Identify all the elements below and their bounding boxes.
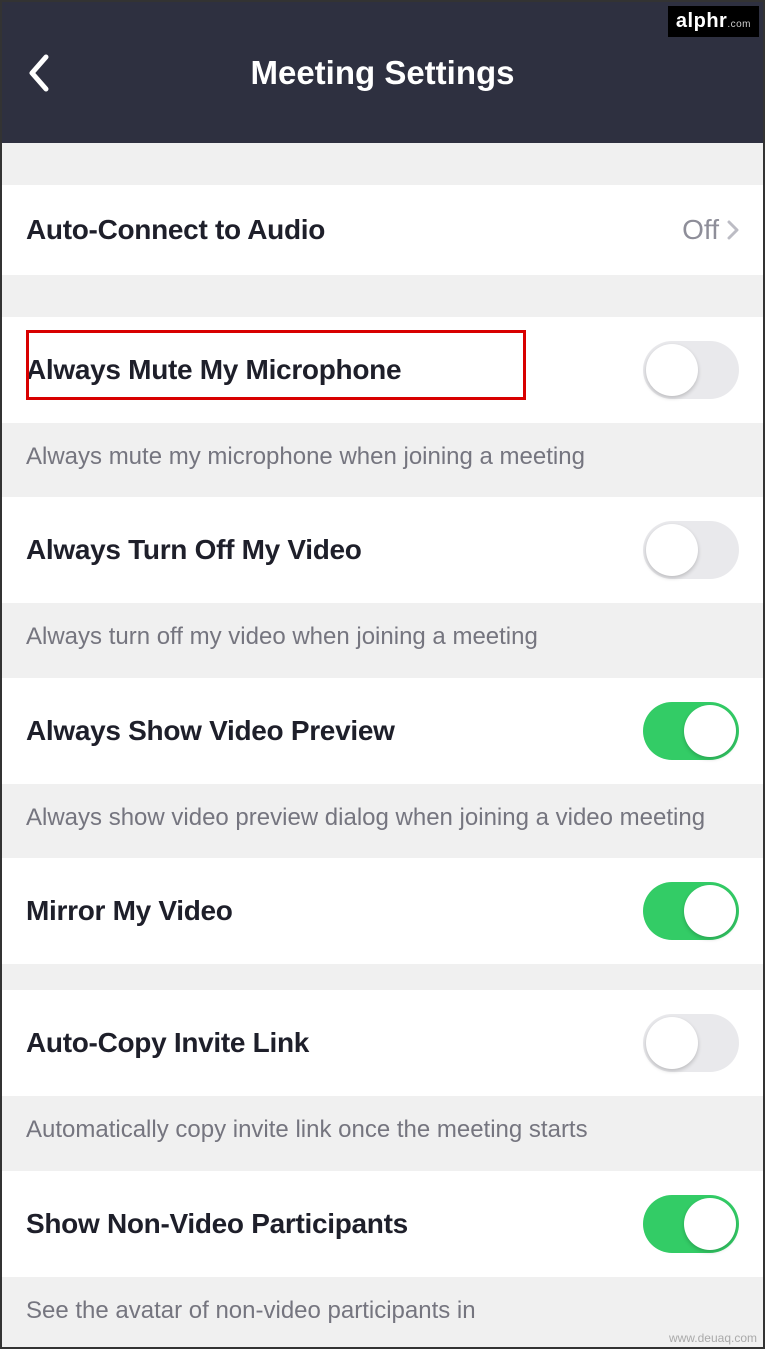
toggle-mute-mic[interactable] bbox=[643, 341, 739, 399]
watermark-alphr: alphr.com bbox=[668, 6, 759, 37]
watermark-suffix: .com bbox=[727, 19, 751, 30]
toggle-turn-off-video[interactable] bbox=[643, 521, 739, 579]
toggle-non-video[interactable] bbox=[643, 1195, 739, 1253]
row-always-turn-off-video: Always Turn Off My Video bbox=[2, 497, 763, 603]
row-mirror-my-video: Mirror My Video bbox=[2, 858, 763, 964]
toggle-knob bbox=[646, 524, 698, 576]
row-value-area: Off bbox=[682, 214, 739, 246]
toggle-knob bbox=[646, 1017, 698, 1069]
watermark-deuaq: www.deuaq.com bbox=[669, 1331, 757, 1345]
toggle-knob bbox=[646, 344, 698, 396]
spacer bbox=[2, 275, 763, 317]
row-description: See the avatar of non-video participants… bbox=[2, 1277, 763, 1335]
row-auto-connect-audio[interactable]: Auto-Connect to Audio Off bbox=[2, 185, 763, 275]
row-label: Always Show Video Preview bbox=[26, 715, 395, 747]
toggle-knob bbox=[684, 1198, 736, 1250]
value-text: Off bbox=[682, 214, 719, 246]
row-label: Always Mute My Microphone bbox=[26, 354, 401, 386]
toggle-video-preview[interactable] bbox=[643, 702, 739, 760]
row-label: Mirror My Video bbox=[26, 895, 233, 927]
chevron-left-icon bbox=[26, 53, 50, 93]
row-description: Automatically copy invite link once the … bbox=[2, 1096, 763, 1170]
row-show-non-video: Show Non-Video Participants bbox=[2, 1171, 763, 1277]
row-description: Always show video preview dialog when jo… bbox=[2, 784, 763, 858]
page-title: Meeting Settings bbox=[250, 54, 514, 92]
row-label: Auto-Connect to Audio bbox=[26, 214, 325, 246]
chevron-right-icon bbox=[727, 220, 739, 240]
toggle-auto-copy[interactable] bbox=[643, 1014, 739, 1072]
toggle-knob bbox=[684, 705, 736, 757]
toggle-mirror-video[interactable] bbox=[643, 882, 739, 940]
spacer bbox=[2, 143, 763, 185]
row-always-show-video-preview: Always Show Video Preview bbox=[2, 678, 763, 784]
toggle-knob bbox=[684, 885, 736, 937]
row-description: Always turn off my video when joining a … bbox=[2, 603, 763, 677]
row-label: Always Turn Off My Video bbox=[26, 534, 362, 566]
row-always-mute-mic: Always Mute My Microphone bbox=[2, 317, 763, 423]
spacer bbox=[2, 964, 763, 990]
header-bar: Meeting Settings alphr.com bbox=[2, 2, 763, 143]
row-auto-copy-invite: Auto-Copy Invite Link bbox=[2, 990, 763, 1096]
back-button[interactable] bbox=[26, 53, 50, 93]
settings-list: Auto-Connect to Audio Off Always Mute My… bbox=[2, 143, 763, 1335]
row-label: Auto-Copy Invite Link bbox=[26, 1027, 309, 1059]
row-label: Show Non-Video Participants bbox=[26, 1208, 408, 1240]
watermark-main: alphr bbox=[676, 10, 727, 32]
row-description: Always mute my microphone when joining a… bbox=[2, 423, 763, 497]
